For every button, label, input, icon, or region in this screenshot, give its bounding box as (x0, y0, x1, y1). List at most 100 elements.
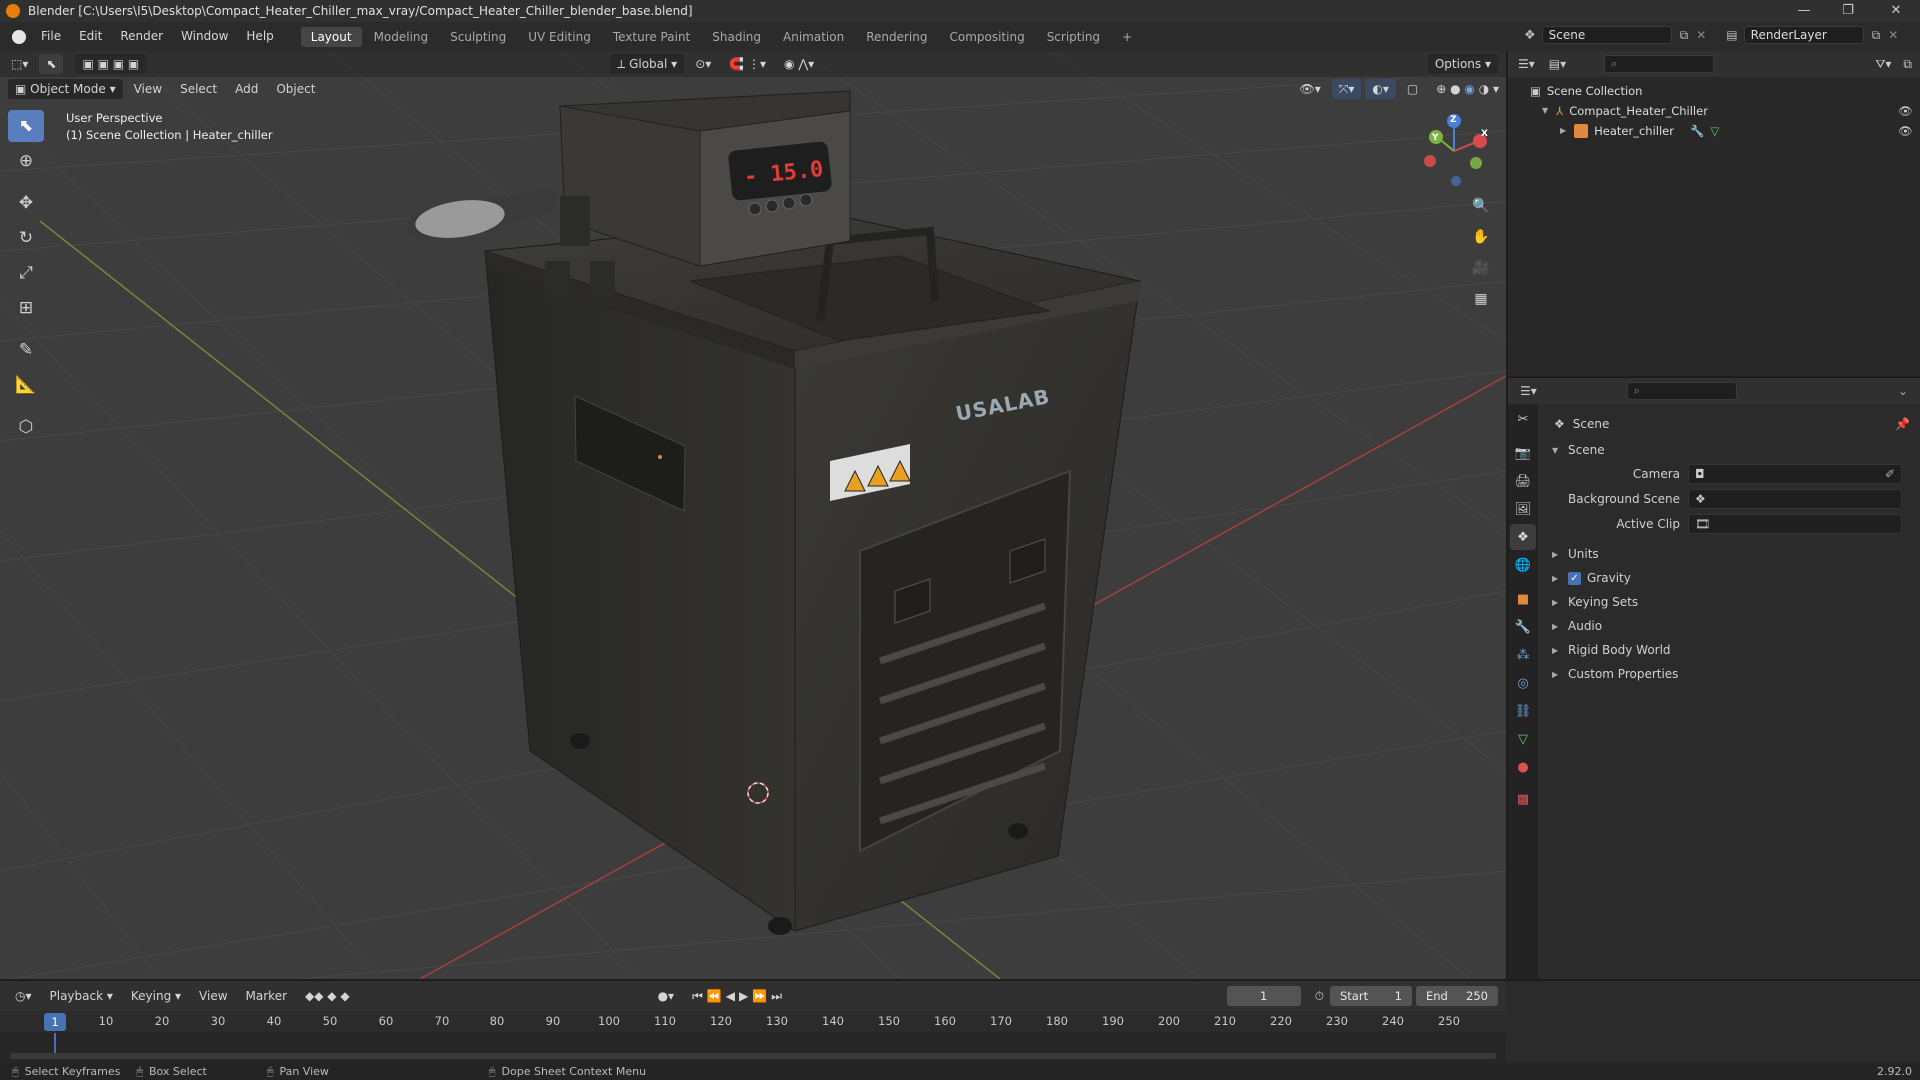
tree-item-object[interactable]: ▶ Heater_chiller 🔧 ▽ 👁 (1530, 121, 1920, 141)
workspace-tab-animation[interactable]: Animation (773, 27, 854, 47)
rigid-body-world-panel-header[interactable]: ▶ Rigid Body World (1552, 638, 1671, 662)
gravity-checkbox[interactable]: ✓ (1568, 571, 1581, 585)
workspace-tab-modeling[interactable]: Modeling (364, 27, 439, 47)
options-dropdown[interactable]: Options ▾ (1427, 54, 1498, 74)
view-layer-tab-icon[interactable]: 🖼 (1510, 496, 1536, 522)
audio-panel-header[interactable]: ▶ Audio (1552, 614, 1602, 638)
menu-help[interactable]: Help (237, 22, 282, 51)
camera-view-icon[interactable]: 🎥 (1468, 255, 1494, 281)
scale-tool-icon[interactable]: ⤢ (8, 257, 44, 289)
workspace-tab-rendering[interactable]: Rendering (856, 27, 937, 47)
modifier-wrench-icon[interactable]: 🔧 (1690, 121, 1704, 141)
auto-keying-icon[interactable]: ●▾ (651, 986, 682, 1006)
expand-arrow-icon[interactable]: ▶ (1560, 121, 1566, 141)
eyedropper-icon[interactable]: ✐ (1885, 467, 1895, 481)
display-mode-icon[interactable]: ▤▾ (1549, 57, 1566, 71)
playback-controls[interactable]: ⏮⏪◀▶⏩⏭ (685, 986, 793, 1006)
xray-toggle-icon[interactable]: ▢ (1400, 79, 1425, 99)
remove-view-layer-icon[interactable]: ✕ (1888, 28, 1898, 42)
scene-icon[interactable]: ❖ (1524, 28, 1536, 43)
menu-playback[interactable]: Playback ▾ (43, 986, 120, 1006)
modifiers-tab-icon[interactable]: 🔧 (1510, 614, 1536, 640)
units-panel-header[interactable]: ▶ Units (1552, 542, 1599, 566)
scene-selector[interactable]: Scene (1541, 26, 1672, 44)
shading-mode-icons[interactable]: ⊕ ● ◉ ◑ ▾ (1429, 79, 1506, 99)
select-tool-icon[interactable]: ⬉ (39, 54, 64, 74)
overlay-toggle-icon[interactable]: ◐▾ (1365, 79, 1396, 99)
menu-keying[interactable]: Keying ▾ (124, 986, 188, 1006)
gravity-panel-header[interactable]: ▶ ✓ Gravity (1552, 566, 1631, 590)
annotate-tool-icon[interactable]: ✎ (8, 334, 44, 366)
heater-chiller-model[interactable] (407, 90, 1141, 935)
timeline-track-area[interactable] (0, 1033, 1506, 1063)
scene-section-header[interactable]: ▼ Scene (1552, 438, 1605, 462)
menu-edit[interactable]: Edit (70, 22, 111, 51)
material-tab-icon[interactable]: ● (1510, 754, 1536, 780)
workspace-tab-shading[interactable]: Shading (702, 27, 771, 47)
menu-view[interactable]: View (127, 79, 169, 99)
render-tab-icon[interactable]: 📷 (1510, 440, 1536, 466)
timeline-editor-icon[interactable]: ◷▾ (8, 986, 39, 1006)
particles-tab-icon[interactable]: ⁂ (1510, 642, 1536, 668)
visibility-icon[interactable]: 👁▾ (1293, 79, 1328, 99)
outliner-editor-icon[interactable]: ☰▾ (1518, 57, 1535, 71)
select-box-tool-icon[interactable]: ⬉ (8, 110, 44, 142)
custom-properties-panel-header[interactable]: ▶ Custom Properties (1552, 662, 1678, 686)
data-tab-icon[interactable]: ▽ (1510, 726, 1536, 752)
menu-marker[interactable]: Marker (239, 986, 294, 1006)
add-workspace-button[interactable]: + (1112, 27, 1142, 47)
scene-tab-icon[interactable]: ❖ (1510, 524, 1536, 550)
camera-field[interactable]: ◘ ✐ (1688, 464, 1902, 484)
visibility-eye-icon[interactable]: 👁 (1898, 101, 1913, 121)
menu-render[interactable]: Render (111, 22, 172, 51)
active-clip-field[interactable]: 🎞 (1688, 514, 1902, 534)
editor-type-icon[interactable]: ⬚▾ (4, 54, 35, 74)
workspace-tab-sculpting[interactable]: Sculpting (440, 27, 516, 47)
keying-sets-panel-header[interactable]: ▶ Keying Sets (1552, 590, 1638, 614)
measure-tool-icon[interactable]: 📐 (8, 369, 44, 401)
selection-mode-icons[interactable]: ▣ ▣ ▣ ▣ (75, 54, 147, 74)
pin-icon[interactable]: 📌 (1895, 417, 1910, 431)
cursor-tool-icon[interactable]: ⊕ (8, 145, 44, 177)
collapse-chevron-icon[interactable]: ⌄ (1898, 384, 1908, 398)
new-scene-icon[interactable]: ⧉ (1680, 28, 1689, 43)
playhead-frame[interactable]: 1 (44, 1013, 66, 1031)
minimize-button[interactable]: — (1782, 0, 1826, 22)
outliner-search-input[interactable]: ⌕ (1604, 55, 1715, 73)
object-tab-icon[interactable]: ■ (1510, 586, 1536, 612)
add-cube-tool-icon[interactable]: ⬡ (8, 411, 44, 443)
expand-arrow-icon[interactable]: ▼ (1542, 101, 1548, 121)
mode-dropdown[interactable]: ▣ Object Mode ▾ (8, 79, 123, 99)
workspace-tab-texture-paint[interactable]: Texture Paint (603, 27, 700, 47)
menu-object[interactable]: Object (269, 79, 322, 99)
filter-icon[interactable]: ⛛▾ (1875, 57, 1891, 72)
keyframe-icons[interactable]: ◆◆ ◆ ◆ (298, 986, 357, 1006)
preview-range-icon[interactable]: ⏱ (1315, 989, 1324, 1004)
tree-item-collection[interactable]: ▼ ⅄ Compact_Heater_Chiller 👁 (1530, 101, 1920, 121)
properties-search-input[interactable]: ⌕ (1626, 382, 1737, 400)
visibility-eye-icon[interactable]: 👁 (1898, 121, 1913, 141)
menu-window[interactable]: Window (172, 22, 237, 51)
workspace-tab-layout[interactable]: Layout (300, 26, 362, 47)
transform-tool-icon[interactable]: ⊞ (8, 292, 44, 324)
menu-file[interactable]: File (32, 22, 70, 51)
transform-orientation-dropdown[interactable]: ⟂ Global ▾ (610, 54, 685, 74)
new-view-layer-icon[interactable]: ⧉ (1872, 28, 1881, 43)
menu-view[interactable]: View (192, 986, 234, 1006)
workspace-tab-scripting[interactable]: Scripting (1037, 27, 1110, 47)
tool-tab-icon[interactable]: ✂ (1510, 406, 1536, 432)
move-tool-icon[interactable]: ✥ (8, 187, 44, 219)
tree-item-scene-collection[interactable]: ▣ Scene Collection (1530, 81, 1920, 101)
timeline-ruler[interactable]: 1 10 20 30 40 50 60 70 80 90 100 110 120… (0, 1011, 1506, 1033)
view-layer-selector[interactable]: RenderLayer (1743, 26, 1864, 44)
mesh-data-icon[interactable]: ▽ (1710, 121, 1719, 141)
menu-add[interactable]: Add (228, 79, 265, 99)
timeline-scrollbar[interactable] (10, 1053, 1496, 1059)
snap-icon[interactable]: 🧲 ⋮▾ (722, 54, 773, 74)
zoom-icon[interactable]: 🔍 (1468, 193, 1494, 219)
current-frame-field[interactable]: 1 (1226, 986, 1301, 1006)
proportional-editing-icon[interactable]: ◉ ⋀▾ (777, 54, 821, 74)
view-layer-icon[interactable]: ▤ (1726, 28, 1737, 42)
constraints-tab-icon[interactable]: ⛓ (1510, 698, 1536, 724)
texture-tab-icon[interactable]: ▩ (1510, 786, 1536, 812)
